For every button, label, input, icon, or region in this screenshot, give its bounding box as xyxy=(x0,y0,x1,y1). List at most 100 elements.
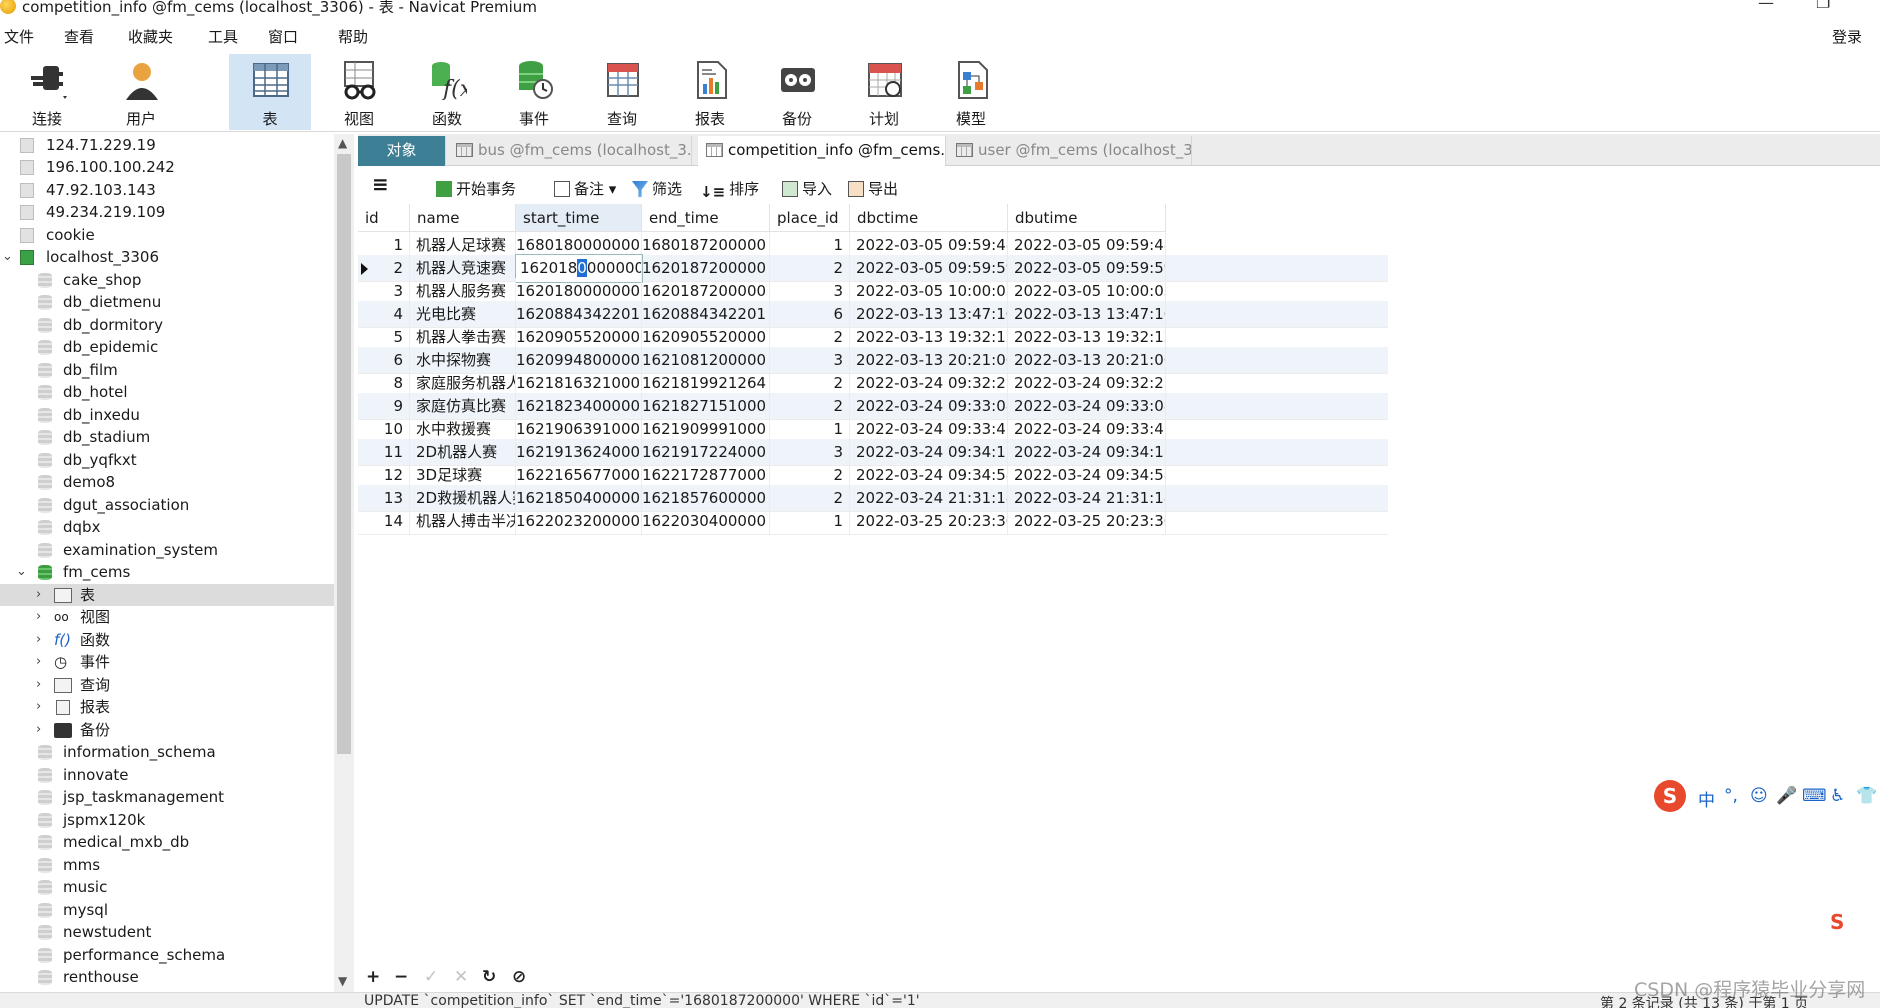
tree-database[interactable]: dgut_association xyxy=(0,494,334,516)
stop-button[interactable]: ⊘ xyxy=(512,967,526,987)
view-button[interactable]: 视图 xyxy=(318,54,400,130)
sidebar-scrollbar[interactable]: ▲ ▼ xyxy=(334,134,354,996)
table-button[interactable]: 表 xyxy=(229,54,311,130)
tree-database[interactable]: db_yqfkxt xyxy=(0,449,334,471)
tree-database[interactable]: medical_mxb_db xyxy=(0,831,334,853)
apply-changes-button[interactable]: ✓ xyxy=(424,967,438,987)
sogou-mini-icon[interactable]: S xyxy=(1830,910,1860,936)
tree-database[interactable]: jsp_taskmanagement xyxy=(0,786,334,808)
tree-object-backups[interactable]: › 备份 xyxy=(0,719,334,741)
scroll-down-icon[interactable]: ▼ xyxy=(338,974,347,988)
column-header-start-time[interactable]: start_time xyxy=(516,204,642,232)
tree-database[interactable]: mms xyxy=(0,854,334,876)
query-button[interactable]: 查询 xyxy=(581,54,663,130)
chevron-right-icon[interactable]: › xyxy=(36,629,41,651)
event-button[interactable]: 事件 xyxy=(493,54,575,130)
menu-view[interactable]: 查看 xyxy=(64,26,94,47)
tree-database-open[interactable]: ⌄ fm_cems xyxy=(0,561,334,583)
ime-skin-icon[interactable]: 👕 xyxy=(1856,786,1877,806)
function-button[interactable]: f(x) 函数 xyxy=(406,54,488,130)
column-header-dbutime[interactable]: dbutime xyxy=(1008,204,1166,232)
tree-connection[interactable]: cookie xyxy=(0,224,334,246)
cell-dbutime[interactable]: 2022-03-25 20:23:30.600 xyxy=(1008,508,1166,535)
export-button[interactable]: 导出 xyxy=(848,178,898,199)
report-button[interactable]: 报表 xyxy=(669,54,751,130)
login-link[interactable]: 登录 xyxy=(1832,26,1862,47)
schedule-button[interactable]: 计划 xyxy=(843,54,925,130)
begin-transaction-button[interactable]: 开始事务 xyxy=(436,178,516,199)
tree-connection[interactable]: 196.100.100.242 xyxy=(0,156,334,178)
menu-window[interactable]: 窗口 xyxy=(268,26,298,47)
import-button[interactable]: 导入 xyxy=(782,178,832,199)
menu-help[interactable]: 帮助 xyxy=(338,26,368,47)
tree-database[interactable]: dqbx xyxy=(0,516,334,538)
column-header-end-time[interactable]: end_time xyxy=(642,204,770,232)
cell-end-time[interactable]: 1622030400000 xyxy=(642,508,770,535)
tab-objects[interactable]: 对象 xyxy=(358,136,446,166)
grid-menu-icon[interactable]: ≡ xyxy=(372,172,389,196)
filter-button[interactable]: 筛选 xyxy=(632,178,682,199)
column-header-dbctime[interactable]: dbctime xyxy=(850,204,1008,232)
tree-database[interactable]: jspmx120k xyxy=(0,809,334,831)
tree-database[interactable]: performance_schema xyxy=(0,944,334,966)
chevron-right-icon[interactable]: › xyxy=(36,606,41,628)
tree-database[interactable]: demo8 xyxy=(0,471,334,493)
cell-name[interactable]: 机器人搏击半决赛 xyxy=(410,508,516,535)
minimize-button[interactable]: — xyxy=(1758,0,1774,11)
sort-button[interactable]: ↓≡ 排序 xyxy=(700,178,759,201)
cell-start-time[interactable]: 1622023200000 xyxy=(516,508,642,535)
scrollbar-thumb[interactable] xyxy=(337,154,351,754)
tree-object-views[interactable]: › oo 视图 xyxy=(0,606,334,628)
column-header-name[interactable]: name xyxy=(410,204,516,232)
tree-object-tables[interactable]: › 表 xyxy=(0,584,334,606)
sogou-logo-icon[interactable]: S xyxy=(1654,780,1686,812)
ime-accessibility-icon[interactable]: ♿ xyxy=(1830,786,1845,806)
menu-file[interactable]: 文件 xyxy=(4,26,34,47)
ime-punctuation-icon[interactable]: °, xyxy=(1724,786,1738,806)
tree-database[interactable]: db_epidemic xyxy=(0,336,334,358)
tree-database[interactable]: db_film xyxy=(0,359,334,381)
restore-button[interactable]: ❐ xyxy=(1816,0,1830,11)
menu-tools[interactable]: 工具 xyxy=(208,26,238,47)
tree-object-queries[interactable]: › 查询 xyxy=(0,674,334,696)
chevron-right-icon[interactable]: › xyxy=(36,696,41,718)
chevron-right-icon[interactable]: › xyxy=(36,719,41,741)
tree-database[interactable]: db_inxedu xyxy=(0,404,334,426)
tab-bus[interactable]: bus @fm_cems (localhost_3... xyxy=(448,136,692,166)
tree-database[interactable]: db_dormitory xyxy=(0,314,334,336)
column-header-place-id[interactable]: place_id xyxy=(770,204,850,232)
ime-emoji-icon[interactable]: ☺ xyxy=(1750,786,1768,806)
tree-database[interactable]: mysql xyxy=(0,899,334,921)
tree-connection[interactable]: 47.92.103.143 xyxy=(0,179,334,201)
tab-competition-info[interactable]: competition_info @fm_cems... xyxy=(698,136,946,166)
tree-database[interactable]: innovate xyxy=(0,764,334,786)
tree-database[interactable]: examination_system xyxy=(0,539,334,561)
tree-object-reports[interactable]: › 报表 xyxy=(0,696,334,718)
cell-id[interactable]: 14 xyxy=(358,508,410,535)
tree-database[interactable]: db_dietmenu xyxy=(0,291,334,313)
chevron-down-icon[interactable]: ⌄ xyxy=(16,561,27,583)
tab-user[interactable]: user @fm_cems (localhost_3... xyxy=(948,136,1192,166)
ime-keyboard-icon[interactable]: ⌨ xyxy=(1802,786,1827,806)
tree-database[interactable]: db_hotel xyxy=(0,381,334,403)
chevron-down-icon[interactable]: ⌄ xyxy=(2,246,13,268)
table-row[interactable]: 14机器人搏击半决赛162202320000016220304000001202… xyxy=(358,508,1388,535)
tree-database[interactable]: information_schema xyxy=(0,741,334,763)
connect-button[interactable]: 连接 xyxy=(6,54,88,130)
tree-object-events[interactable]: › ◷ 事件 xyxy=(0,651,334,673)
backup-button[interactable]: 备份 xyxy=(756,54,838,130)
tree-database[interactable]: newstudent xyxy=(0,921,334,943)
chevron-right-icon[interactable]: › xyxy=(36,651,41,673)
memo-button[interactable]: 备注 ▾ xyxy=(554,178,616,199)
cell-dbctime[interactable]: 2022-03-25 20:23:30.600 xyxy=(850,508,1008,535)
add-record-button[interactable]: + xyxy=(366,967,380,987)
ime-voice-icon[interactable]: 🎤 xyxy=(1776,786,1797,806)
tree-database[interactable]: db_stadium xyxy=(0,426,334,448)
tree-database[interactable]: cake_shop xyxy=(0,269,334,291)
scroll-up-icon[interactable]: ▲ xyxy=(338,136,347,150)
tree-database[interactable]: renthouse xyxy=(0,966,334,988)
user-button[interactable]: 用户 xyxy=(100,54,182,130)
tree-database[interactable]: music xyxy=(0,876,334,898)
tree-connection[interactable]: 124.71.229.19 xyxy=(0,134,334,156)
model-button[interactable]: 模型 xyxy=(930,54,1012,130)
